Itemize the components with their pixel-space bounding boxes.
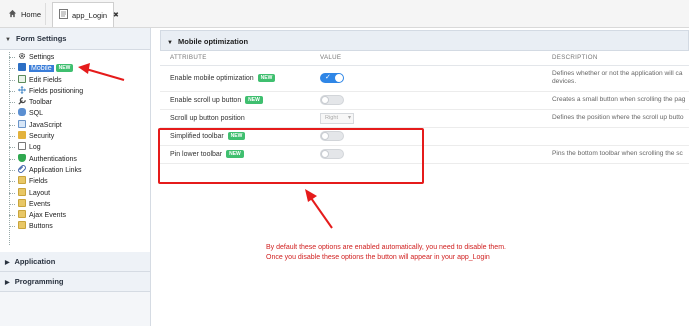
description-cell: Creates a small button when scrolling th… — [542, 91, 689, 110]
gear-icon — [18, 52, 26, 60]
sidebar-item-fields-positioning[interactable]: Fields positioning — [0, 85, 150, 97]
top-tab-bar: Home app_Login ✖ — [0, 0, 689, 28]
col-attribute: ATTRIBUTE — [160, 51, 310, 66]
col-value: VALUE — [310, 51, 542, 66]
attribute-cell: Scroll up button position — [160, 109, 310, 128]
form-settings-header[interactable]: ▼ Form Settings — [0, 28, 150, 50]
folder-icon — [18, 198, 26, 207]
new-badge: NEW — [55, 64, 74, 73]
folder-icon — [18, 210, 26, 219]
sidebar-item-application-links[interactable]: Application Links — [0, 165, 150, 176]
description-cell — [542, 127, 689, 146]
sidebar-item-layout[interactable]: Layout — [0, 187, 150, 199]
annotation-text: By default these options are enabled aut… — [266, 243, 506, 263]
sidebar-item-mobile[interactable]: Mobile NEW — [0, 63, 150, 74]
value-cell: Right — [310, 109, 542, 128]
page-icon — [59, 9, 68, 21]
sidebar-item-security[interactable]: Security — [0, 131, 150, 142]
description-cell: Pins the bottom toolbar when scrolling t… — [542, 145, 689, 164]
value-cell: ✓ — [310, 65, 542, 92]
annotation-line-1: By default these options are enabled aut… — [266, 244, 506, 251]
sidebar: ▼ Form Settings Settings Mobile NEW Edit … — [0, 28, 151, 326]
app-root: Home app_Login ✖ ▼ Form Settings Setting… — [0, 0, 689, 326]
attribute-cell: Enable scroll up button NEW — [160, 91, 310, 110]
tab-home-label: Home — [21, 9, 42, 19]
sidebar-item-edit-fields[interactable]: Edit Fields — [0, 74, 150, 86]
shield-check-icon — [18, 153, 26, 162]
log-icon — [18, 142, 26, 151]
sidebar-item-ajax-events[interactable]: Ajax Events — [0, 210, 150, 221]
sidebar-item-log[interactable]: Log — [0, 142, 150, 153]
sidebar-item-settings[interactable]: Settings — [0, 52, 150, 63]
description-cell: Defines the position where the scroll up… — [542, 109, 689, 128]
folder-icon — [18, 187, 26, 196]
annotation-highlight-box — [158, 128, 424, 184]
value-cell — [310, 91, 542, 110]
home-icon — [8, 9, 17, 20]
sidebar-item-events[interactable]: Events — [0, 198, 150, 210]
scroll-position-select[interactable]: Right — [320, 112, 354, 124]
panel-title: Mobile optimization — [178, 37, 249, 46]
programming-section[interactable]: ▶ Programming — [0, 272, 150, 292]
link-icon — [18, 165, 26, 173]
check-icon: ✓ — [325, 74, 331, 81]
lock-icon — [18, 131, 26, 140]
mobile-icon — [18, 63, 26, 72]
table-row: Enable scroll up button NEW Creates a sm… — [160, 91, 689, 110]
caret-down-icon: ▼ — [5, 37, 11, 43]
caret-right-icon: ▶ — [5, 280, 10, 286]
close-icon[interactable]: ✖ — [113, 11, 119, 19]
programming-label: Programming — [14, 277, 64, 286]
move-icon — [18, 85, 26, 94]
application-section[interactable]: ▶ Application — [0, 252, 150, 272]
description-cell: Defines whether or not the application w… — [542, 65, 689, 92]
table-header-row: ATTRIBUTE VALUE DESCRIPTION — [160, 51, 689, 66]
new-badge: NEW — [257, 74, 276, 82]
table-row: Enable mobile optimization NEW ✓ Defines… — [160, 65, 689, 92]
settings-tree: Settings Mobile NEW Edit Fields Fields po… — [0, 50, 150, 252]
new-badge: NEW — [245, 96, 263, 104]
sidebar-item-fields[interactable]: Fields — [0, 176, 150, 187]
script-icon — [18, 119, 26, 128]
tab-app-login[interactable]: app_Login ✖ — [52, 2, 119, 27]
tab-app-login-label: app_Login — [72, 10, 108, 20]
edit-icon — [18, 74, 26, 83]
annotation-line-2: Once you disable these options the butto… — [266, 254, 490, 261]
database-icon — [18, 108, 26, 117]
sidebar-item-buttons[interactable]: Buttons — [0, 221, 150, 232]
attribute-cell: Enable mobile optimization NEW — [160, 65, 310, 92]
sidebar-item-toolbar[interactable]: Toolbar — [0, 97, 150, 108]
sidebar-item-sql[interactable]: SQL — [0, 108, 150, 119]
tab-home[interactable]: Home — [2, 3, 46, 25]
caret-right-icon: ▶ — [5, 260, 10, 266]
scroll-up-toggle[interactable] — [320, 95, 344, 105]
form-settings-label: Form Settings — [16, 34, 67, 43]
folder-icon — [18, 221, 26, 230]
wrench-icon — [18, 97, 26, 105]
sidebar-item-javascript[interactable]: JavaScript — [0, 119, 150, 131]
col-description: DESCRIPTION — [542, 51, 689, 66]
folder-icon — [18, 176, 26, 185]
mobile-optimization-toggle[interactable]: ✓ — [320, 73, 344, 83]
caret-down-icon: ▼ — [167, 40, 173, 46]
panel-header[interactable]: ▼ Mobile optimization — [160, 30, 689, 51]
application-label: Application — [14, 257, 56, 266]
table-row: Scroll up button position Right Defines … — [160, 109, 689, 128]
sidebar-item-authentications[interactable]: Authentications — [0, 153, 150, 165]
